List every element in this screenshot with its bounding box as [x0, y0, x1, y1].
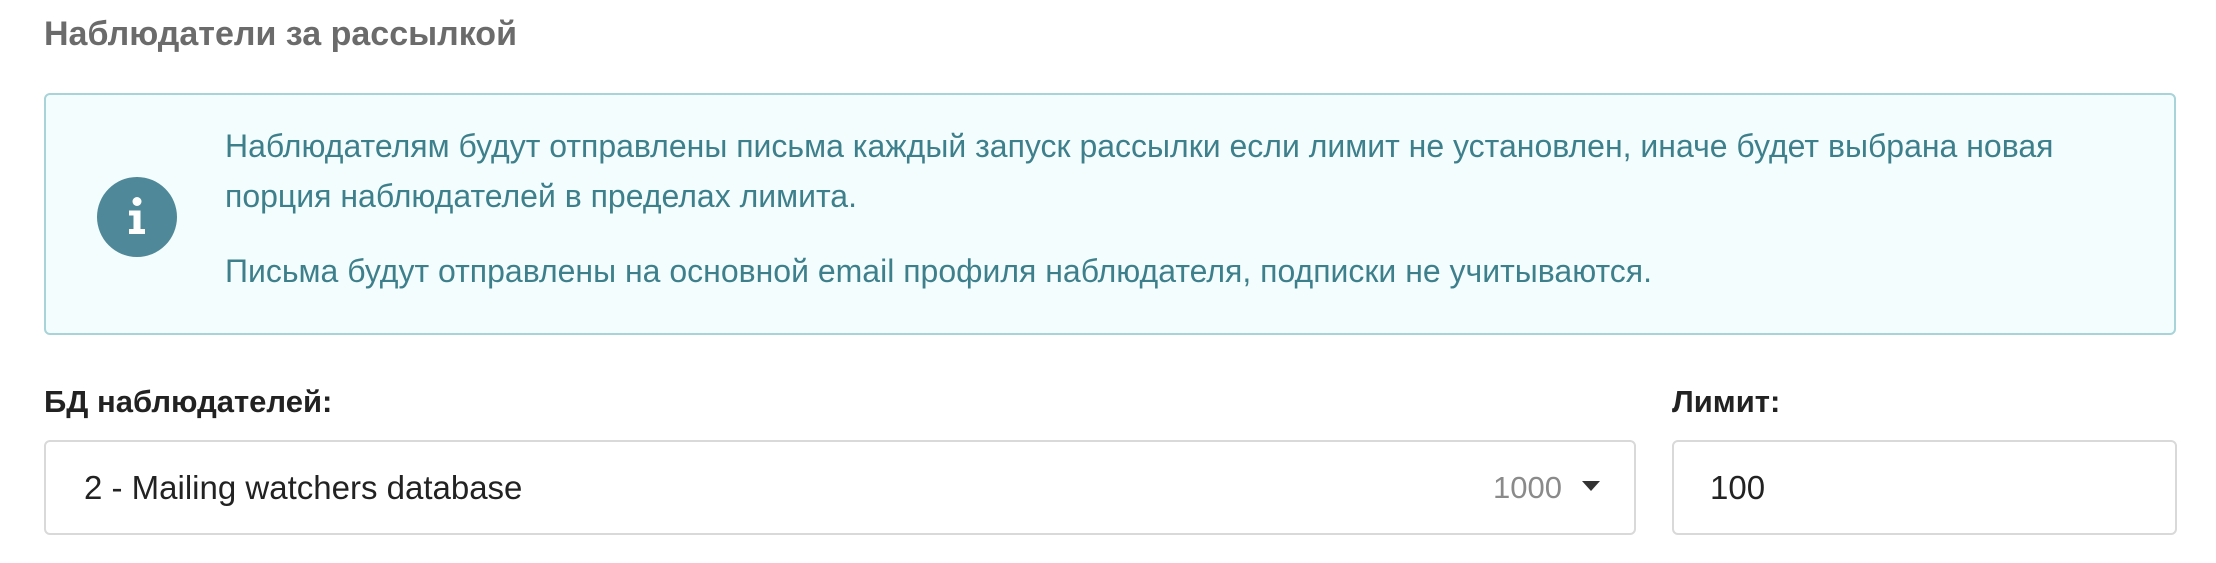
- info-alert: Наблюдателям будут отправлены письма каж…: [44, 93, 2176, 335]
- caret-down-icon[interactable]: [1582, 481, 1600, 491]
- section-title: Наблюдатели за рассылкой: [44, 15, 517, 53]
- info-message: Наблюдателям будут отправлены письма каж…: [225, 121, 2145, 296]
- watchers-db-select[interactable]: 2 - Mailing watchers database 1000: [44, 440, 1636, 535]
- limit-input[interactable]: [1672, 440, 2177, 535]
- watchers-settings-panel: Наблюдатели за рассылкой Наблюдателям бу…: [0, 0, 2216, 563]
- watchers-db-selected-value: 2 - Mailing watchers database: [84, 469, 523, 506]
- info-paragraph-email: Письма будут отправлены на основной emai…: [225, 253, 1652, 289]
- watchers-db-count: 1000: [1493, 470, 1562, 505]
- info-icon: [97, 177, 177, 257]
- info-paragraph-limit: Наблюдателям будут отправлены письма каж…: [225, 128, 2054, 214]
- limit-label: Лимит:: [1672, 384, 1781, 419]
- watchers-db-label: БД наблюдателей:: [44, 384, 333, 419]
